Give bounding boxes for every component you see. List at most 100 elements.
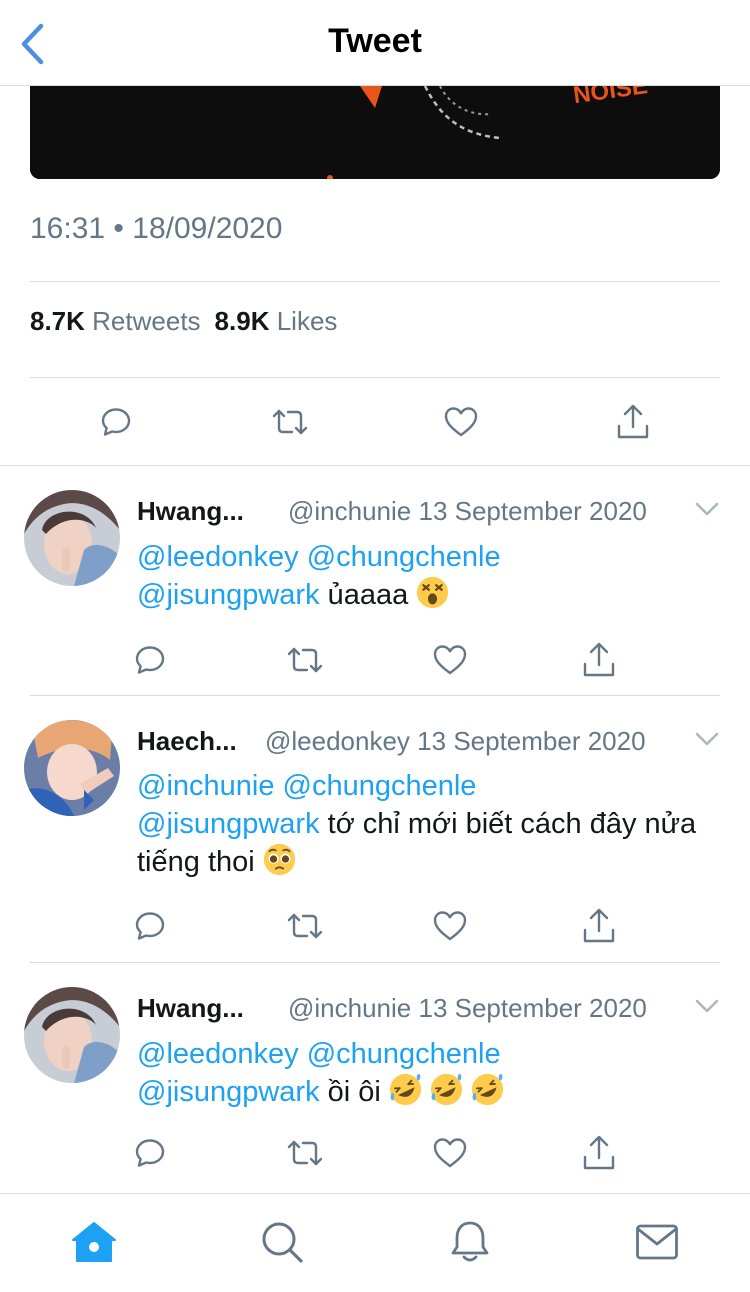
- reply-meta: @inchunie 13 September 2020: [288, 993, 647, 1024]
- heart-icon: [433, 1138, 467, 1168]
- retweet-icon: [272, 409, 308, 435]
- reply-mentions[interactable]: @leedonkey @chungchenle: [137, 541, 501, 573]
- reply-date: 13 September 2020: [418, 496, 647, 526]
- reply-author-name[interactable]: Hwang...: [137, 993, 244, 1024]
- reply-button[interactable]: [94, 400, 138, 444]
- reply-body: ủaaaa: [319, 579, 417, 611]
- reply-button[interactable]: [128, 1131, 172, 1175]
- page-title: Tweet: [328, 22, 422, 60]
- avatar[interactable]: [24, 987, 120, 1083]
- share-button[interactable]: [577, 904, 621, 948]
- retweets-label: Retweets: [92, 306, 201, 336]
- heart-icon: [433, 911, 467, 941]
- tab-search[interactable]: [258, 1218, 306, 1266]
- search-icon: [262, 1222, 303, 1263]
- like-button[interactable]: [428, 904, 472, 948]
- pleading-face-emoji-icon: [263, 843, 295, 876]
- heart-icon: [433, 645, 467, 675]
- avatar-image: [24, 490, 120, 586]
- retweets-stat[interactable]: 8.7K Retweets: [30, 306, 201, 336]
- heart-icon: [444, 407, 478, 437]
- reply-icon: [135, 1139, 165, 1167]
- retweet-button[interactable]: [283, 1131, 327, 1175]
- retweet-icon: [287, 1140, 323, 1166]
- reply-meta: @inchunie 13 September 2020: [288, 496, 647, 527]
- likes-label: Likes: [276, 306, 338, 336]
- like-button[interactable]: [428, 1131, 472, 1175]
- reply-text: @leedonkey @chungchenle @jisungpwark ồi …: [137, 1035, 707, 1111]
- share-button[interactable]: [611, 400, 655, 444]
- rolling-on-floor-laughing-emoji-icon: [389, 1073, 421, 1106]
- reply-icon: [135, 912, 165, 940]
- reply-author-name[interactable]: Hwang...: [137, 496, 244, 527]
- reply-meta: @leedonkey 13 September 2020: [265, 726, 646, 757]
- reply-mention[interactable]: @jisungpwark: [137, 579, 320, 611]
- reply-author-handle[interactable]: @inchunie: [288, 496, 411, 526]
- likes-count: 8.9K: [214, 306, 270, 336]
- reply-icon: [135, 646, 165, 674]
- reply-action-bar: [0, 1131, 750, 1175]
- reply-mentions[interactable]: @leedonkey @chungchenle: [137, 1038, 501, 1070]
- media-artwork: NOISE: [30, 86, 720, 179]
- tweet-time: 16:31: [30, 212, 106, 245]
- reply-date: 13 September 2020: [418, 993, 647, 1023]
- reply-author-handle[interactable]: @inchunie: [288, 993, 411, 1023]
- tweet-date: 18/09/2020: [132, 212, 283, 245]
- reply-button[interactable]: [128, 904, 172, 948]
- avatar[interactable]: [24, 720, 120, 816]
- share-button[interactable]: [577, 638, 621, 682]
- like-button[interactable]: [428, 638, 472, 682]
- divider: [30, 377, 720, 378]
- astonished-face-emoji-icon: [417, 576, 449, 609]
- chevron-down-icon[interactable]: [694, 726, 720, 752]
- retweet-icon: [287, 913, 323, 939]
- top-nav-bar: Tweet: [0, 0, 750, 86]
- avatar-image: [24, 720, 120, 816]
- reply-text: @inchunie @chungchenle @jisungpwark tớ c…: [137, 767, 707, 881]
- retweet-icon: [287, 647, 323, 673]
- retweet-button[interactable]: [268, 400, 312, 444]
- reply-mention[interactable]: @jisungpwark: [137, 1076, 320, 1108]
- reply-action-bar: [0, 904, 750, 948]
- share-icon: [583, 642, 615, 677]
- reply-tweet[interactable]: Haech... @leedonkey 13 September 2020 @i…: [0, 696, 750, 962]
- reply-text: @leedonkey @chungchenle @jisungpwark ủaa…: [137, 538, 707, 614]
- chevron-down-icon[interactable]: [694, 993, 720, 1019]
- reply-mention[interactable]: @jisungpwark: [137, 808, 320, 840]
- retweet-button[interactable]: [283, 638, 327, 682]
- avatar-image: [24, 987, 120, 1083]
- tab-notifications[interactable]: [446, 1218, 494, 1266]
- reply-author-handle[interactable]: @leedonkey: [265, 726, 410, 756]
- tweet-media-image[interactable]: NOISE: [30, 86, 720, 179]
- avatar[interactable]: [24, 490, 120, 586]
- rolling-on-floor-laughing-emoji-icon: [430, 1073, 463, 1106]
- reply-icon: [101, 408, 131, 436]
- likes-stat[interactable]: 8.9K Likes: [215, 306, 338, 336]
- reply-date: 13 September 2020: [417, 726, 646, 756]
- reply-mentions[interactable]: @inchunie @chungchenle: [137, 770, 476, 802]
- reply-author-name[interactable]: Haech...: [137, 726, 237, 757]
- share-icon: [583, 1135, 615, 1170]
- bottom-tab-bar: [0, 1193, 750, 1292]
- tab-home[interactable]: [70, 1218, 118, 1266]
- share-button[interactable]: [577, 1131, 621, 1175]
- mail-icon: [636, 1224, 678, 1260]
- like-button[interactable]: [439, 400, 483, 444]
- timestamp-separator: •: [113, 212, 124, 245]
- reply-button[interactable]: [128, 638, 172, 682]
- tweet-timestamp: 16:31 • 18/09/2020: [30, 212, 282, 246]
- divider: [30, 281, 720, 282]
- reply-tweet[interactable]: Hwang... @inchunie 13 September 2020 @le…: [0, 963, 750, 1193]
- reply-body: ồi ôi: [319, 1076, 389, 1108]
- share-icon: [617, 404, 649, 439]
- share-icon: [583, 908, 615, 943]
- retweet-button[interactable]: [283, 904, 327, 948]
- tweet-action-bar: [0, 400, 750, 444]
- chevron-down-icon[interactable]: [694, 496, 720, 522]
- rolling-on-floor-laughing-emoji-icon: [471, 1073, 504, 1106]
- reply-tweet[interactable]: Hwang... @inchunie 13 September 2020 @le…: [0, 466, 750, 695]
- bell-icon: [451, 1221, 489, 1262]
- home-icon: [72, 1222, 116, 1262]
- tab-messages[interactable]: [633, 1218, 681, 1266]
- reply-action-bar: [0, 638, 750, 682]
